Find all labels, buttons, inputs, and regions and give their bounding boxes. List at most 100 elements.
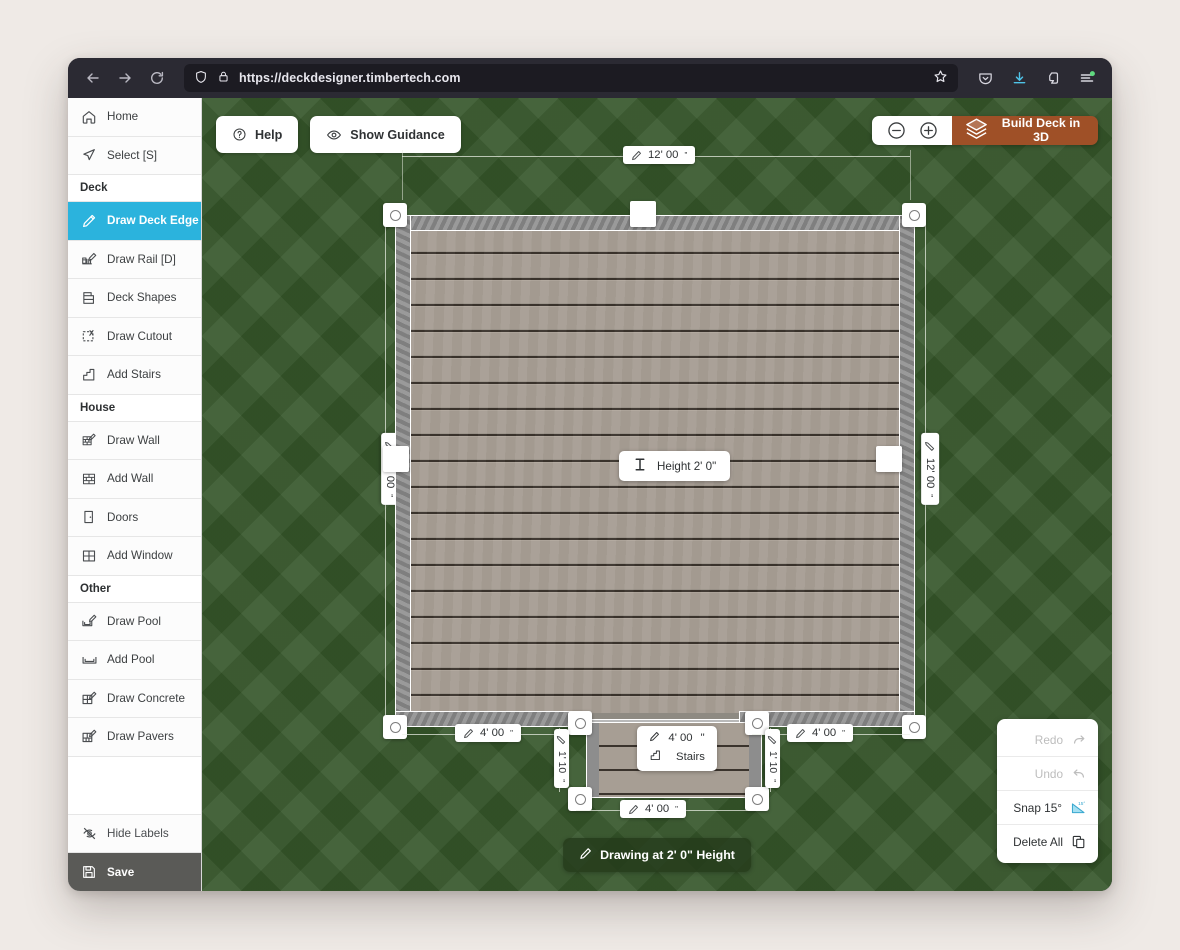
dim-label-stair-right[interactable]: 1' 10 " <box>765 729 780 788</box>
cursor-icon <box>80 146 98 164</box>
pencil-icon <box>925 441 936 452</box>
stair-handle-bl[interactable] <box>568 787 592 811</box>
deck-corner-handle-bl[interactable] <box>383 715 407 739</box>
pencil-icon <box>628 804 639 815</box>
deck-midpoint-handle-left[interactable] <box>383 446 409 472</box>
deck-midpoint-handle-top[interactable] <box>630 201 656 227</box>
draw-pool-icon <box>80 612 98 630</box>
pencil-icon <box>768 735 778 745</box>
dim-value: 4' 00 <box>812 727 836 739</box>
stair-handle-br[interactable] <box>745 787 769 811</box>
menu-icon[interactable] <box>1072 63 1102 93</box>
snap-button[interactable]: Snap 15° 15° <box>997 791 1098 825</box>
back-arrow-icon[interactable] <box>78 63 108 93</box>
draw-wall-icon <box>80 431 98 449</box>
dim-value: 12' 00 <box>648 149 678 161</box>
sidebar-item-draw-deck-edge[interactable]: Draw Deck Edge <box>68 202 201 241</box>
snap-angle-icon: 15° <box>1070 799 1087 816</box>
extensions-icon[interactable] <box>1038 63 1068 93</box>
pencil-icon <box>579 847 592 863</box>
sidebar-item-add-wall[interactable]: Add Wall <box>68 460 201 499</box>
handle-ring-icon <box>390 722 401 733</box>
dim-label-right[interactable]: 12' 00 " <box>921 433 939 505</box>
forward-arrow-icon[interactable] <box>110 63 140 93</box>
bookmark-star-icon[interactable] <box>933 69 948 87</box>
sidebar-item-draw-concrete[interactable]: Draw Concrete <box>68 680 201 719</box>
dim-value: 12' 00 <box>924 458 936 488</box>
dim-label-bottom-right[interactable]: 4' 00 " <box>787 724 853 742</box>
dim-value: 4' 00 <box>668 732 692 744</box>
door-icon <box>80 508 98 526</box>
deck-shapes-icon <box>80 289 98 307</box>
undo-label: Undo <box>1035 767 1063 781</box>
handle-ring-icon <box>909 722 920 733</box>
sidebar-item-label: Add Stairs <box>107 368 161 381</box>
sidebar-item-save[interactable]: Save <box>68 853 201 891</box>
sidebar-item-add-window[interactable]: Add Window <box>68 537 201 576</box>
deck-corner-handle-br[interactable] <box>902 715 926 739</box>
sidebar-spacer <box>68 757 201 815</box>
dim-label-top[interactable]: 12' 00 " <box>623 146 695 164</box>
sidebar-item-label: Deck Shapes <box>107 291 177 304</box>
sidebar-item-select[interactable]: Select [S] <box>68 137 201 176</box>
design-canvas[interactable]: Help Show Guidance <box>202 98 1112 891</box>
deck-height-label[interactable]: Height 2' 0" <box>619 451 730 481</box>
sidebar-item-draw-cutout[interactable]: Draw Cutout <box>68 318 201 357</box>
dim-label-stairs-bottom[interactable]: 4' 00 " <box>620 800 686 818</box>
delete-all-button[interactable]: Delete All <box>997 825 1098 859</box>
dim-tick-top-left <box>402 150 403 200</box>
redo-button[interactable]: Redo <box>997 723 1098 757</box>
pocket-icon[interactable] <box>970 63 1000 93</box>
sidebar-item-draw-pool[interactable]: Draw Pool <box>68 603 201 642</box>
pencil-icon <box>80 212 98 230</box>
sidebar-item-label: Home <box>107 110 138 123</box>
window-icon <box>80 547 98 565</box>
sidebar-item-draw-wall[interactable]: Draw Wall <box>68 422 201 461</box>
stairs-label: Stairs <box>676 751 705 763</box>
browser-chrome-bar: https://deckdesigner.timbertech.com <box>68 58 1112 98</box>
eye-off-icon <box>80 824 98 842</box>
sidebar-item-home[interactable]: Home <box>68 98 201 137</box>
stairs-width-row: 4' 00 " <box>637 731 717 745</box>
inch-mark: " <box>701 732 705 744</box>
dim-value: 4' 00 <box>480 727 504 739</box>
dim-label-bottom-left[interactable]: 4' 00 " <box>455 724 521 742</box>
sidebar-item-label: Draw Wall <box>107 434 160 447</box>
sidebar-group-other: Other <box>68 576 201 603</box>
deck-corner-handle-tr[interactable] <box>902 203 926 227</box>
sidebar-item-label: Doors <box>107 511 138 524</box>
sidebar-item-label: Add Window <box>107 549 173 562</box>
status-text: Drawing at 2' 0" Height <box>600 848 735 862</box>
sidebar-item-hide-labels[interactable]: Hide Labels <box>68 815 201 854</box>
download-icon[interactable] <box>1004 63 1034 93</box>
handle-ring-icon <box>752 718 763 729</box>
status-bar: Drawing at 2' 0" Height <box>563 838 751 872</box>
dim-label-stair-left[interactable]: 1' 10 " <box>554 729 569 788</box>
dim-value: 1' 10 <box>767 751 778 773</box>
height-ruler-icon <box>633 457 647 475</box>
redo-label: Redo <box>1035 733 1063 747</box>
deck-corner-handle-tl[interactable] <box>383 203 407 227</box>
handle-ring-icon <box>752 794 763 805</box>
sidebar-item-deck-shapes[interactable]: Deck Shapes <box>68 279 201 318</box>
stair-handle-tl[interactable] <box>568 711 592 735</box>
sidebar-item-add-pool[interactable]: Add Pool <box>68 641 201 680</box>
pool-icon <box>80 651 98 669</box>
inch-mark: " <box>510 729 513 738</box>
stairs-label-chip[interactable]: 4' 00 " Stairs <box>637 726 717 771</box>
sidebar-item-label: Add Pool <box>107 653 154 666</box>
draw-concrete-icon <box>80 689 98 707</box>
deck-midpoint-handle-right[interactable] <box>876 446 902 472</box>
sidebar-item-draw-pavers[interactable]: Draw Pavers <box>68 718 201 757</box>
deck-plan: 12' 00 " 12' 00 " <box>202 98 1112 891</box>
reload-icon[interactable] <box>142 63 172 93</box>
browser-window: https://deckdesigner.timbertech.com <box>68 58 1112 891</box>
sidebar-item-draw-rail[interactable]: Draw Rail [D] <box>68 241 201 280</box>
inch-mark: " <box>926 494 935 497</box>
undo-button[interactable]: Undo <box>997 757 1098 791</box>
draw-cutout-icon <box>80 327 98 345</box>
address-bar[interactable]: https://deckdesigner.timbertech.com <box>184 64 958 92</box>
sidebar-item-add-stairs[interactable]: Add Stairs <box>68 356 201 395</box>
sidebar-item-doors[interactable]: Doors <box>68 499 201 538</box>
sidebar-item-label: Draw Deck Edge <box>107 214 199 227</box>
